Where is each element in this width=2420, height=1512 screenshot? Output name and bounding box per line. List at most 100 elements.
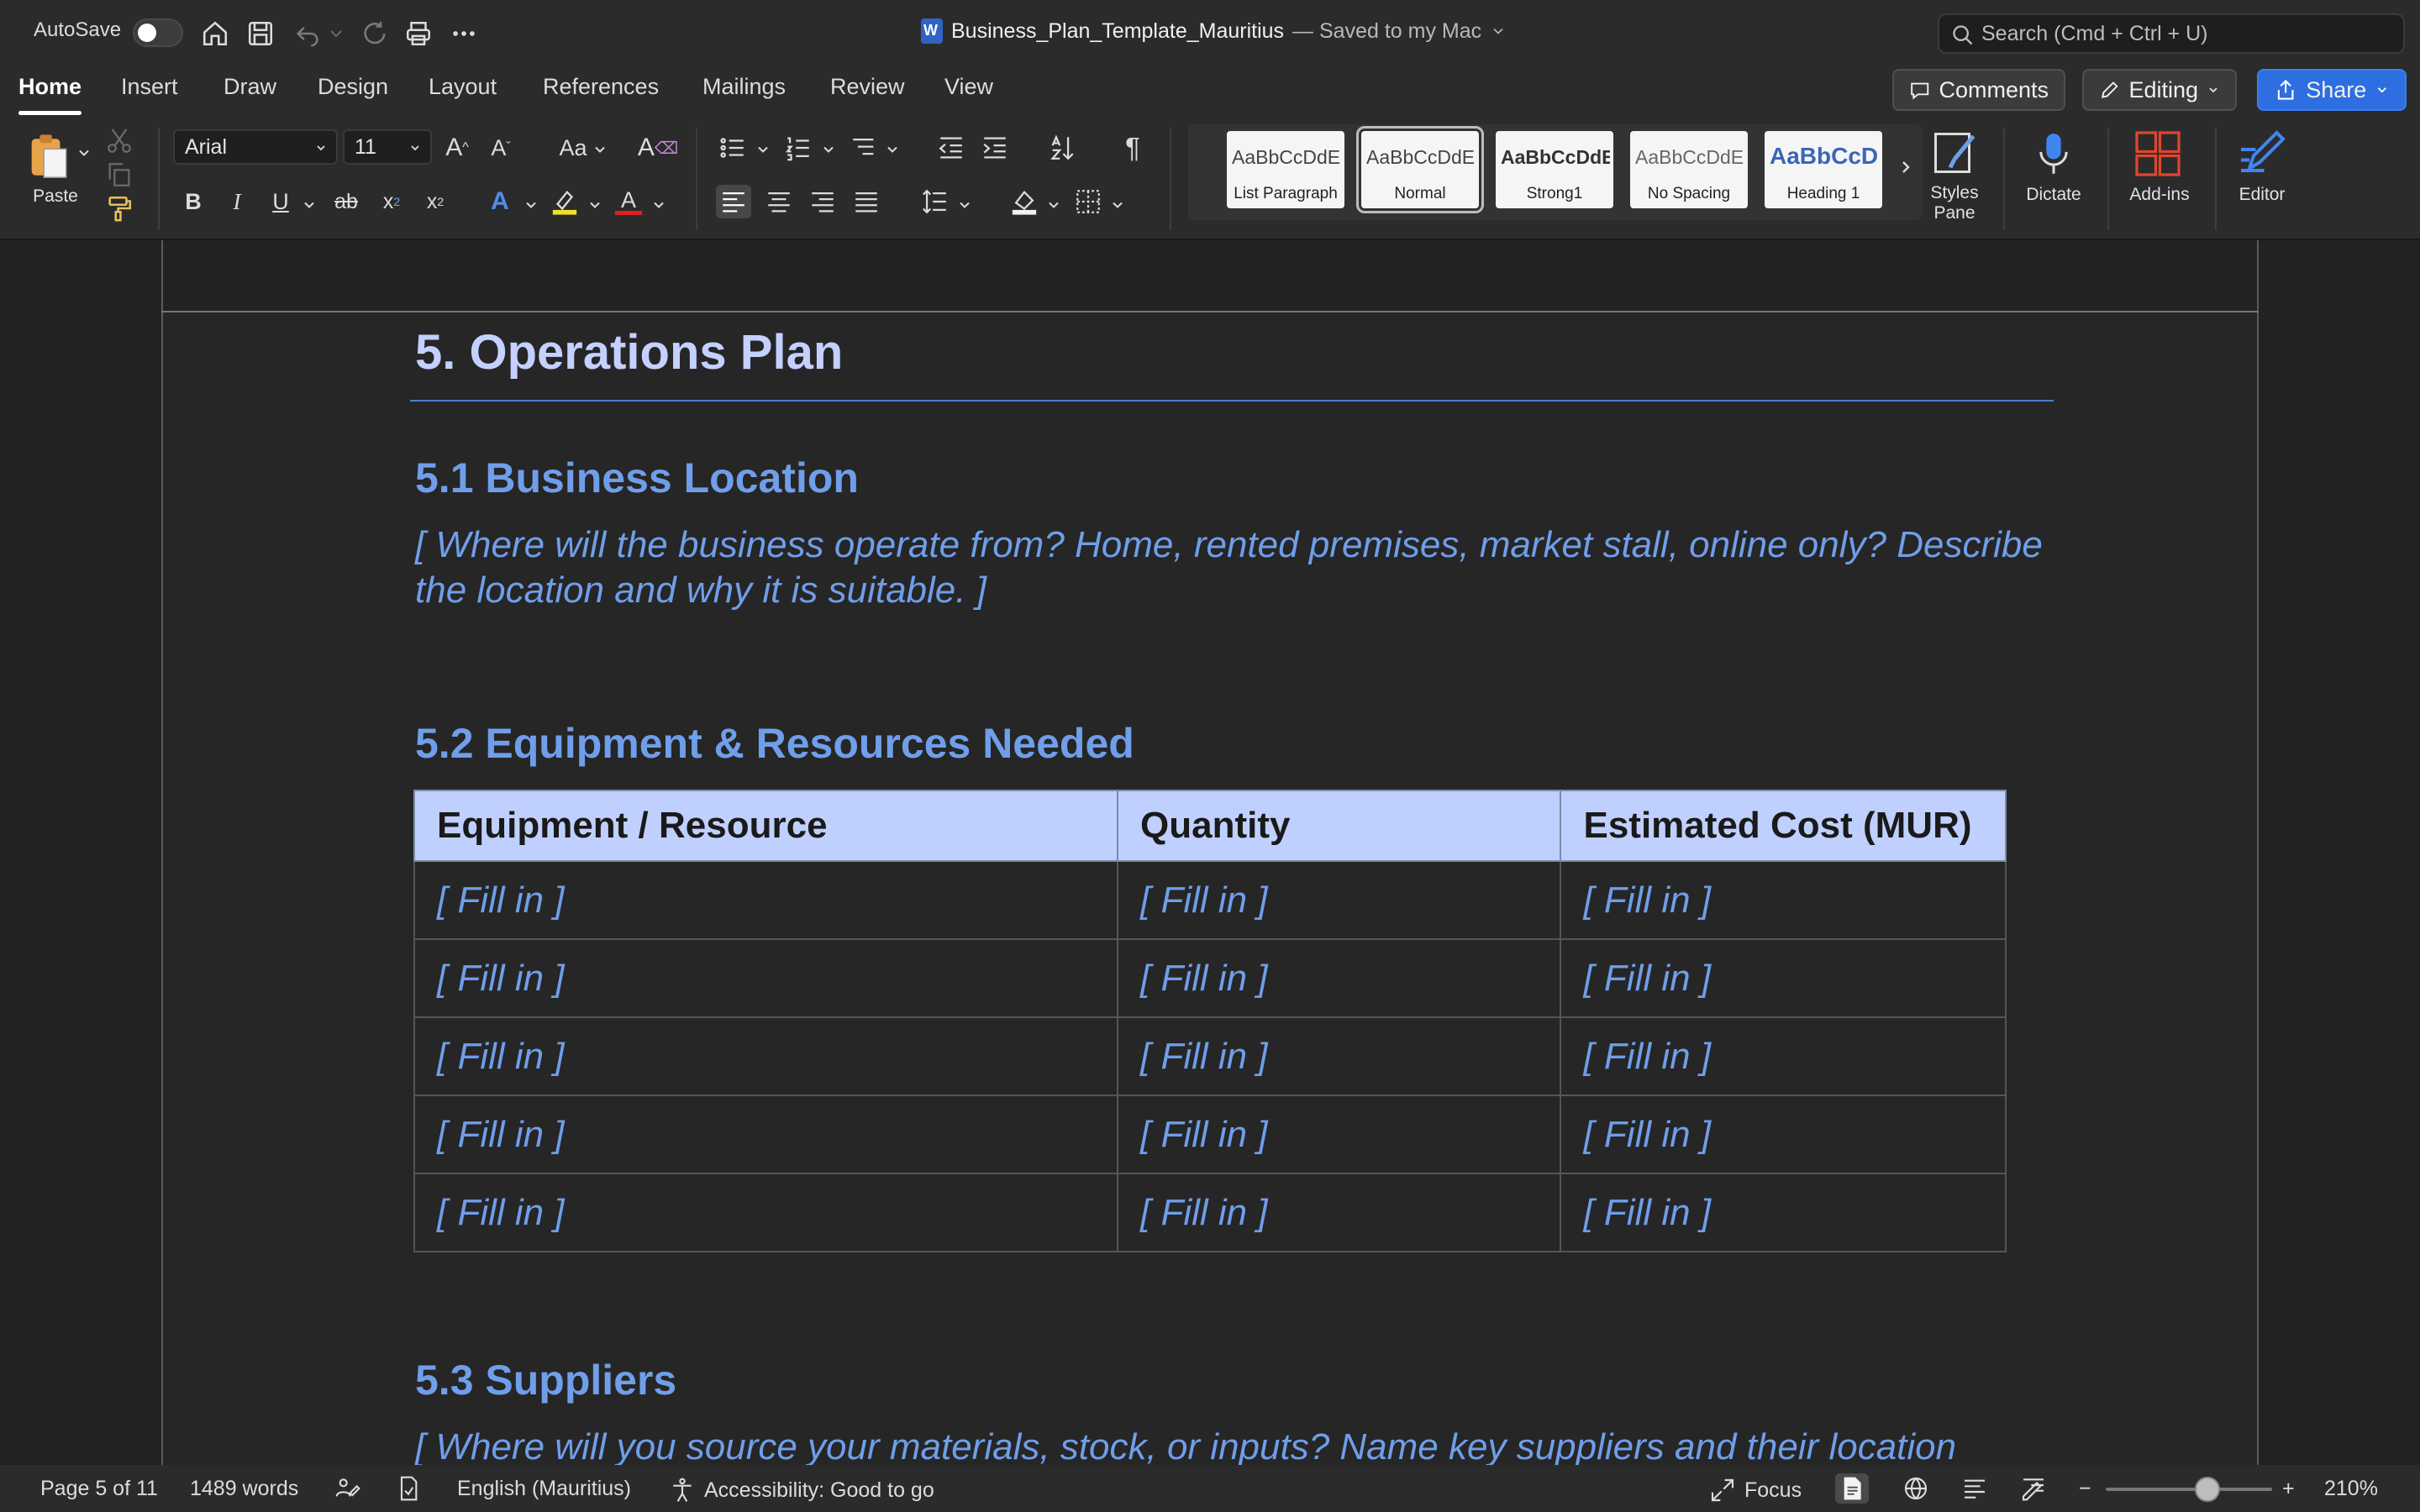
zoom-slider-track[interactable] (2106, 1488, 2272, 1491)
zoom-out-button[interactable]: − (2079, 1477, 2091, 1501)
style-list-paragraph[interactable]: AaBbCcDdEe List Paragraph (1227, 131, 1344, 208)
line-spacing-chevron-down-icon[interactable] (956, 197, 973, 213)
numbering-icon[interactable] (781, 133, 815, 163)
tab-insert[interactable]: Insert (121, 74, 178, 100)
style-no-spacing[interactable]: AaBbCcDdEe No Spacing (1630, 131, 1748, 208)
cut-icon[interactable] (104, 126, 134, 156)
accessibility-status[interactable]: Accessibility: Good to go (669, 1477, 934, 1504)
change-case-chevron-down-icon[interactable] (592, 141, 608, 158)
text-effects-icon[interactable]: A (484, 186, 516, 217)
paste-chevron-down-icon[interactable] (76, 144, 92, 161)
table-cell[interactable]: [ Fill in ] (1116, 1173, 1562, 1252)
save-icon[interactable] (245, 18, 276, 49)
table-cell[interactable]: [ Fill in ] (1116, 938, 1562, 1018)
justify-icon[interactable] (849, 185, 884, 218)
table-cell[interactable]: [ Fill in ] (413, 860, 1118, 940)
numbering-chevron-down-icon[interactable] (820, 141, 837, 158)
page-count[interactable]: Page 5 of 11 (40, 1477, 158, 1501)
language-status[interactable]: English (Mauritius) (457, 1477, 631, 1501)
multilevel-chevron-down-icon[interactable] (884, 141, 901, 158)
shrink-font-icon[interactable]: Aˇ (482, 131, 519, 165)
tab-view[interactable]: View (944, 74, 993, 100)
heading-suppliers[interactable]: 5.3 Suppliers (415, 1356, 676, 1404)
tab-review[interactable]: Review (830, 74, 905, 100)
heading-operations-plan[interactable]: 5. Operations Plan (415, 324, 843, 381)
document-canvas[interactable]: 5. Operations Plan 5.1 Business Location… (0, 240, 2420, 1465)
italic-icon[interactable]: I (222, 186, 252, 217)
undo-icon[interactable] (292, 18, 323, 49)
document-title[interactable]: Business_Plan_Template_Mauritius — Saved… (921, 18, 1507, 44)
table-header-cell[interactable]: Quantity (1116, 790, 1562, 862)
comments-button[interactable]: Comments (1892, 69, 2065, 111)
tab-draw[interactable]: Draw (224, 74, 276, 100)
borders-chevron-down-icon[interactable] (1109, 197, 1126, 213)
equipment-table[interactable]: Equipment / Resource Quantity Estimated … (413, 790, 2007, 1252)
shading-chevron-down-icon[interactable] (1045, 197, 1062, 213)
increase-indent-icon[interactable] (978, 133, 1012, 163)
outline-view-icon[interactable] (1958, 1473, 1991, 1504)
table-cell[interactable]: [ Fill in ] (413, 1173, 1118, 1252)
strikethrough-icon[interactable]: ab (329, 186, 363, 217)
print-icon[interactable] (403, 18, 434, 49)
paste-button[interactable] (24, 128, 72, 186)
tab-design[interactable]: Design (318, 74, 388, 100)
add-ins-button[interactable] (2131, 126, 2185, 181)
underline-icon[interactable]: U (266, 186, 296, 217)
copy-icon[interactable] (104, 160, 134, 190)
underline-chevron-down-icon[interactable] (301, 197, 318, 213)
font-size-dropdown[interactable]: 11 (343, 129, 432, 165)
table-header-cell[interactable]: Equipment / Resource (413, 790, 1118, 862)
table-cell[interactable]: [ Fill in ] (413, 1016, 1118, 1096)
redo-icon[interactable] (360, 18, 390, 49)
change-case-icon[interactable]: Aa (550, 131, 597, 165)
draft-view-icon[interactable] (2017, 1473, 2050, 1504)
tab-home[interactable]: Home (18, 74, 82, 115)
table-header-cell[interactable]: Estimated Cost (MUR) (1560, 790, 2007, 862)
more-options-icon[interactable] (449, 18, 479, 49)
track-changes-icon[interactable] (331, 1473, 365, 1504)
grow-font-icon[interactable]: A ^ (439, 131, 476, 165)
editing-mode-button[interactable]: Editing (2082, 69, 2237, 111)
bullets-icon[interactable] (716, 133, 750, 163)
font-name-dropdown[interactable]: Arial (173, 129, 338, 165)
autosave-toggle[interactable] (133, 18, 183, 47)
table-cell[interactable]: [ Fill in ] (1116, 1016, 1562, 1096)
table-cell[interactable]: [ Fill in ] (1116, 1095, 1562, 1174)
style-heading-1[interactable]: AaBbCcD Heading 1 (1765, 131, 1882, 208)
highlight-icon[interactable] (548, 185, 581, 218)
subscript-icon[interactable]: x2 (376, 186, 407, 217)
heading-business-location[interactable]: 5.1 Business Location (415, 454, 859, 502)
sort-icon[interactable] (1045, 131, 1079, 165)
table-cell[interactable]: [ Fill in ] (413, 1095, 1118, 1174)
web-layout-icon[interactable] (1899, 1473, 1933, 1504)
paragraph-suppliers[interactable]: [ Where will you source your materials, … (415, 1425, 2420, 1465)
multilevel-list-icon[interactable] (847, 133, 881, 163)
font-color-icon[interactable]: A (612, 185, 645, 218)
table-cell[interactable]: [ Fill in ] (1560, 1173, 2007, 1252)
word-count[interactable]: 1489 words (190, 1477, 298, 1501)
highlight-chevron-down-icon[interactable] (587, 197, 603, 213)
search-input[interactable]: Search (Cmd + Ctrl + U) (1938, 13, 2405, 54)
styles-pane-button[interactable] (1928, 126, 1981, 180)
align-right-icon[interactable] (805, 185, 840, 218)
focus-mode-button[interactable]: Focus (1709, 1477, 1802, 1504)
document-check-icon[interactable] (392, 1473, 425, 1504)
styles-gallery-next-icon[interactable] (1896, 155, 1916, 180)
share-button[interactable]: Share (2257, 69, 2407, 111)
table-cell[interactable]: [ Fill in ] (1560, 860, 2007, 940)
table-cell[interactable]: [ Fill in ] (1560, 1095, 2007, 1174)
bullets-chevron-down-icon[interactable] (755, 141, 771, 158)
zoom-level[interactable]: 210% (2324, 1477, 2378, 1501)
show-formatting-marks-icon[interactable]: ¶ (1116, 131, 1150, 165)
table-cell[interactable]: [ Fill in ] (1560, 938, 2007, 1018)
style-strong1[interactable]: AaBbCcDdE Strong1 (1496, 131, 1613, 208)
dictate-button[interactable] (2028, 126, 2079, 181)
align-left-icon[interactable] (716, 185, 751, 218)
table-cell[interactable]: [ Fill in ] (413, 938, 1118, 1018)
style-normal[interactable]: AaBbCcDdEe Normal (1356, 126, 1484, 213)
text-effects-chevron-down-icon[interactable] (523, 197, 539, 213)
table-cell[interactable]: [ Fill in ] (1560, 1016, 2007, 1096)
font-color-chevron-down-icon[interactable] (650, 197, 667, 213)
tab-layout[interactable]: Layout (429, 74, 497, 100)
zoom-slider-thumb[interactable] (2195, 1477, 2220, 1502)
